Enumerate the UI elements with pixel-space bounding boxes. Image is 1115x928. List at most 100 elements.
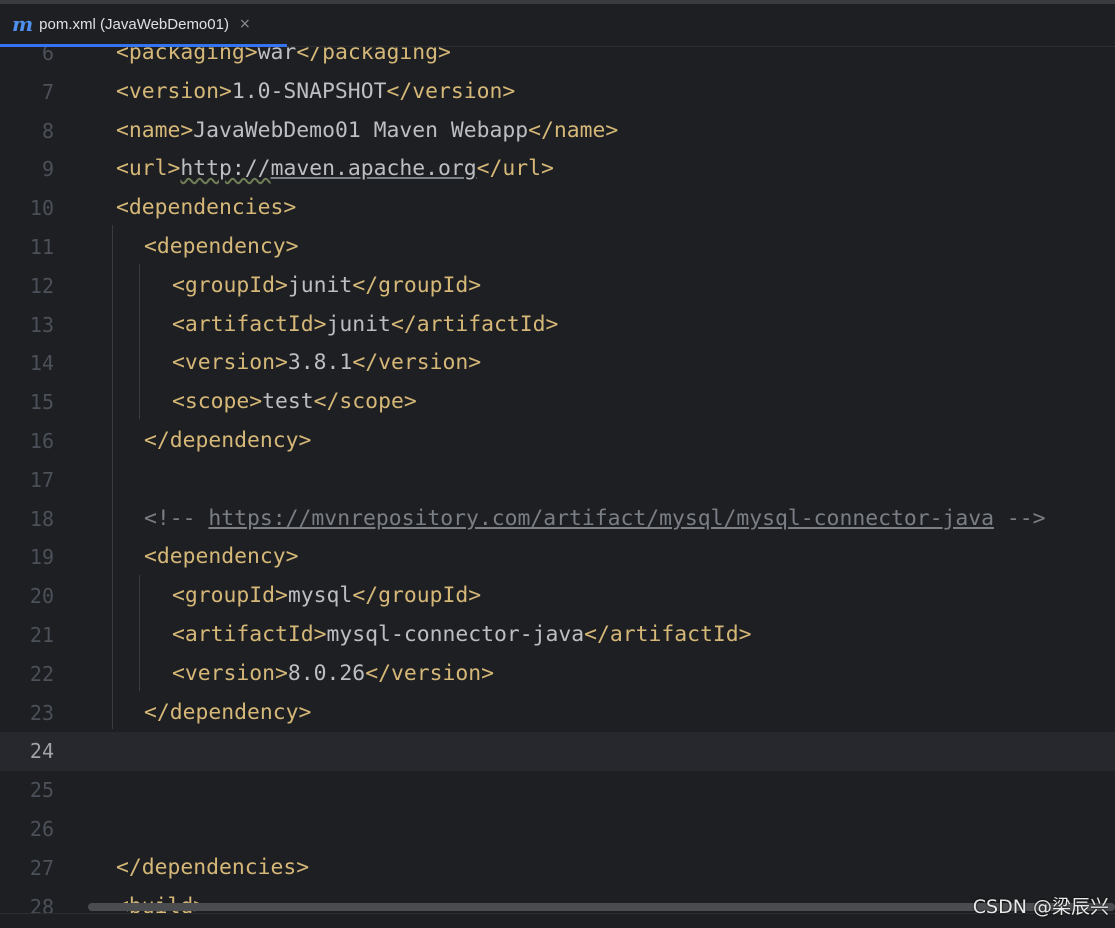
code-text: <groupId>mysql</groupId> (172, 577, 481, 616)
xml-text: maven.apache.org (270, 156, 477, 182)
code-line[interactable]: 20 <groupId>mysql</groupId> (0, 577, 1115, 616)
code-text: <scope>test</scope> (172, 383, 417, 422)
code-line[interactable]: 6 <packaging>war</packaging> (0, 47, 1115, 73)
indent-guide (112, 225, 113, 729)
xml-tag: <name> (116, 117, 194, 143)
code-line[interactable]: 11 <dependency> (0, 228, 1115, 267)
line-number: 19 (29, 545, 54, 570)
line-number: 22 (29, 661, 54, 686)
line-number: 24 (29, 739, 54, 764)
line-number: 25 (29, 778, 54, 803)
code-text: <version>3.8.1</version> (172, 344, 481, 383)
line-number: 6 (41, 47, 54, 65)
status-bar (0, 913, 1115, 928)
xml-tag: </dependency> (144, 699, 312, 725)
code-line[interactable]: 15 <scope>test</scope> (0, 383, 1115, 422)
code-line[interactable]: 7 <version>1.0-SNAPSHOT</version> (0, 73, 1115, 112)
xml-tag: <artifactId> (172, 311, 327, 337)
xml-tag: <version> (172, 660, 288, 686)
line-number: 9 (41, 157, 54, 182)
xml-tag: <dependencies> (116, 195, 297, 221)
code-text: <artifactId>junit</artifactId> (172, 306, 558, 345)
code-line[interactable]: 9 <url>http://maven.apache.org</url> (0, 150, 1115, 189)
code-text: <artifactId>mysql-connector-java</artifa… (172, 616, 752, 655)
line-number: 16 (29, 429, 54, 453)
xml-text: mysql-connector-java (326, 622, 585, 647)
tab-pom-xml[interactable]: m pom.xml (JavaWebDemo01) × (0, 4, 287, 47)
code-line[interactable]: 19 <dependency> (0, 538, 1115, 577)
xml-text: junit (326, 311, 391, 337)
line-number: 14 (29, 351, 54, 376)
code-text: </dependency> (144, 694, 311, 733)
code-line[interactable]: 18 <!-- https://mvnrepository.com/artifac… (0, 500, 1115, 539)
horizontal-scrollbar[interactable] (88, 903, 1115, 911)
xml-tag: <artifactId> (172, 622, 327, 647)
xml-tag: </name> (528, 117, 619, 143)
xml-tag: </packaging> (296, 47, 451, 65)
code-line[interactable]: 17 (0, 461, 1115, 500)
xml-text: junit (287, 272, 353, 298)
xml-tag: </artifactId> (390, 311, 559, 337)
code-line[interactable]: 8 <name>JavaWebDemo01 Maven Webapp</name> (0, 112, 1115, 151)
code-line[interactable]: 25 (0, 771, 1115, 810)
xml-text: 8.0.26 (287, 660, 366, 686)
close-icon[interactable]: × (239, 17, 251, 31)
code-line[interactable]: 10 <dependencies> (0, 189, 1115, 228)
code-text: <dependency> (144, 228, 299, 267)
xml-tag: <scope> (172, 389, 263, 415)
line-number: 11 (29, 235, 54, 259)
code-line[interactable]: 24 (0, 732, 1115, 772)
xml-tag: </dependencies> (116, 854, 310, 880)
line-number: 8 (41, 118, 54, 143)
xml-tag: <url> (116, 156, 181, 182)
xml-tag: <packaging> (116, 47, 258, 65)
code-editor[interactable]: 28<build>27</dependencies>26252423</depe… (0, 47, 1115, 927)
code-text: <dependencies> (116, 189, 296, 228)
code-line[interactable]: 27 </dependencies> (0, 849, 1115, 888)
xml-text: JavaWebDemo01 Maven Webapp (193, 117, 529, 143)
xml-tag: </version> (365, 660, 494, 686)
code-text: <groupId>junit</groupId> (172, 267, 481, 306)
line-number: 21 (29, 623, 54, 647)
xml-tag: <version> (172, 350, 288, 376)
line-number: 17 (29, 467, 54, 492)
code-line[interactable]: 22 <version>8.0.26</version> (0, 655, 1115, 694)
xml-tag: </version> (386, 78, 516, 104)
line-number: 27 (29, 855, 54, 880)
xml-text: http:// (180, 156, 271, 182)
xml-tag: </url> (476, 156, 554, 182)
code-text: <packaging>war</packaging> (116, 47, 451, 73)
xml-tag: </version> (352, 350, 482, 376)
watermark: CSDN @梁辰兴 (972, 896, 1109, 918)
code-line[interactable]: 16 </dependency> (0, 422, 1115, 461)
code-line[interactable]: 13 <artifactId>junit</artifactId> (0, 306, 1115, 345)
xml-tag: </artifactId> (584, 622, 752, 647)
xml-tag: <dependency> (144, 544, 299, 570)
line-number: 15 (29, 390, 54, 415)
code-text: <version>8.0.26</version> (172, 655, 494, 694)
xml-tag: </groupId> (352, 583, 482, 609)
code-line[interactable]: 23 </dependency> (0, 694, 1115, 733)
code-line[interactable]: 12 <groupId>junit</groupId> (0, 267, 1115, 306)
xml-tag: <version> (116, 78, 232, 104)
code-text: <version>1.0-SNAPSHOT</version> (116, 73, 515, 112)
line-number: 12 (29, 273, 54, 298)
line-number: 20 (29, 584, 54, 609)
xml-text: mysql (287, 583, 353, 609)
xml-tag: </dependency> (144, 428, 312, 453)
editor-tab-bar: m pom.xml (JavaWebDemo01) × (0, 0, 1115, 47)
line-number: 10 (29, 196, 54, 221)
tab-title: pom.xml (JavaWebDemo01) (39, 15, 229, 33)
code-text: </dependencies> (116, 849, 309, 888)
code-line[interactable]: 21 <artifactId>mysql-connector-java</arti… (0, 616, 1115, 655)
code-line[interactable]: 14 <version>3.8.1</version> (0, 344, 1115, 383)
xml-tag: <dependency> (144, 234, 299, 259)
xml-tag: </scope> (313, 389, 417, 415)
line-number: 23 (29, 700, 54, 725)
indent-guide (139, 264, 140, 419)
xml-comment: https://mvnrepository.com/artifact/mysql… (208, 505, 994, 531)
code-text: </dependency> (144, 422, 311, 461)
xml-text: war (257, 47, 297, 65)
xml-text: 3.8.1 (287, 350, 353, 376)
code-line[interactable]: 26 (0, 810, 1115, 849)
